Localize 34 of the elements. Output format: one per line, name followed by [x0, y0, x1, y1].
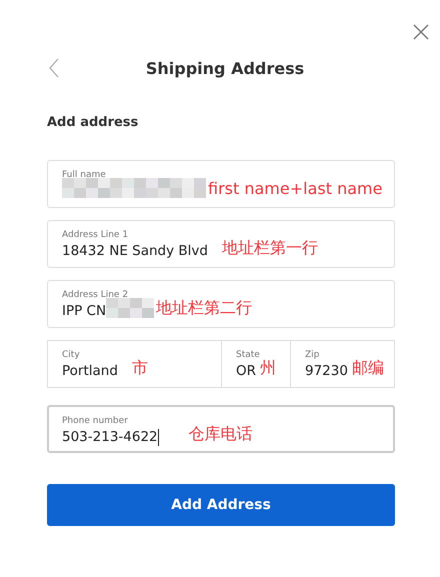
page-title: Shipping Address [144, 58, 304, 78]
input-field[interactable]: Full name first name+last name [47, 160, 395, 208]
field-label: Full name [62, 170, 107, 181]
field-label: Phone number [62, 416, 129, 427]
annotation-text: first name+last name [208, 179, 382, 198]
field-label: Address Line 1 [62, 230, 130, 241]
input-field[interactable]: Address Line 2 IPP CN 地址栏第二行 [47, 280, 395, 328]
input-field[interactable]: Phone number 503-213-4622 仓库电话 [47, 405, 395, 453]
input-field[interactable]: Address Line 1 18432 NE Sandy Blvd 地址栏第一行 [47, 220, 395, 268]
back-icon[interactable] [49, 58, 59, 78]
input-field[interactable]: City Portland 市 [47, 340, 222, 388]
field-label: Address Line 2 [62, 290, 130, 301]
field-value: 503-213-4622 [62, 429, 158, 445]
input-field[interactable]: State OR 州 [222, 340, 291, 388]
annotation-text: 州 [260, 358, 276, 379]
annotation-text: 地址栏第二行 [156, 298, 252, 319]
annotation-text: 地址栏第一行 [222, 238, 318, 259]
field-value: OR [236, 363, 256, 379]
field-label: Zip [305, 350, 320, 361]
text-caret [158, 428, 159, 446]
field-value: Portland [62, 363, 118, 379]
annotation-text: 仓库电话 [188, 424, 253, 445]
annotation-text: 市 [132, 358, 148, 379]
close-icon[interactable] [413, 24, 429, 40]
field-value: 97230 [305, 363, 348, 379]
input-field[interactable]: Zip 97230 邮编 [291, 340, 395, 388]
blurred-text [106, 296, 154, 320]
field-label: State [236, 350, 260, 361]
field-value: 18432 NE Sandy Blvd [62, 243, 208, 259]
field-value: IPP CN [62, 303, 106, 319]
section-title: Add address [47, 115, 140, 130]
add-address-button[interactable]: Add Address [47, 484, 395, 526]
annotation-text: 邮编 [352, 358, 384, 379]
field-label: City [62, 350, 81, 361]
